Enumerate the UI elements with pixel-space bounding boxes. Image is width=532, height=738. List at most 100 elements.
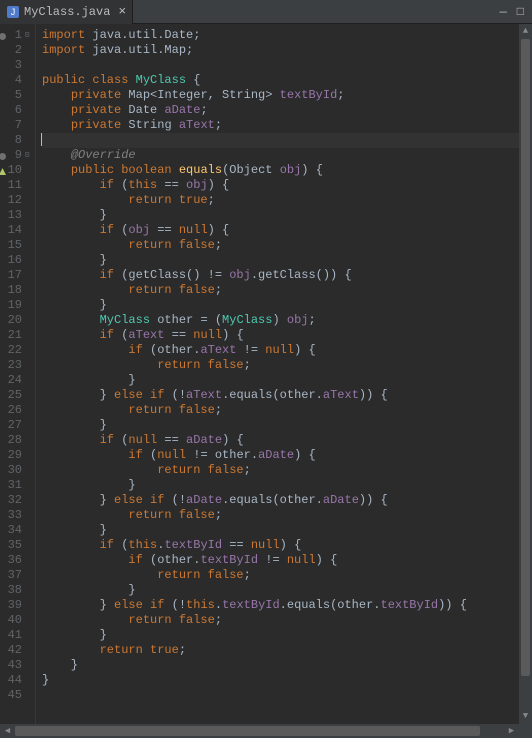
- scroll-down-arrow-icon[interactable]: ▼: [519, 709, 532, 724]
- code-line[interactable]: return false;: [42, 613, 519, 628]
- line-number[interactable]: 38: [0, 583, 35, 598]
- line-number[interactable]: 43: [0, 658, 35, 673]
- horizontal-scroll-track[interactable]: [15, 724, 504, 738]
- code-line[interactable]: if (obj == null) {: [42, 223, 519, 238]
- line-number[interactable]: 2: [0, 43, 35, 58]
- code-line[interactable]: private Map<Integer, String> textById;: [42, 88, 519, 103]
- line-number[interactable]: 26: [0, 403, 35, 418]
- code-line[interactable]: } else if (!aDate.equals(other.aDate)) {: [42, 493, 519, 508]
- code-line[interactable]: if (getClass() != obj.getClass()) {: [42, 268, 519, 283]
- code-line[interactable]: return false;: [42, 508, 519, 523]
- line-number[interactable]: 3: [0, 58, 35, 73]
- code-line[interactable]: }: [42, 628, 519, 643]
- line-number[interactable]: 13: [0, 208, 35, 223]
- line-number[interactable]: 9⊟: [0, 148, 35, 163]
- line-number[interactable]: 44: [0, 673, 35, 688]
- code-line[interactable]: import java.util.Date;: [42, 28, 519, 43]
- maximize-button[interactable]: □: [517, 5, 524, 19]
- code-line[interactable]: return false;: [42, 463, 519, 478]
- line-number[interactable]: 25: [0, 388, 35, 403]
- code-line[interactable]: }: [42, 298, 519, 313]
- code-line[interactable]: return false;: [42, 358, 519, 373]
- code-editor[interactable]: 1⊟23456789⊟10111213141516171819202122232…: [0, 24, 532, 724]
- code-line[interactable]: } else if (!aText.equals(other.aText)) {: [42, 388, 519, 403]
- line-number[interactable]: 22: [0, 343, 35, 358]
- vertical-scroll-track[interactable]: [519, 39, 532, 709]
- code-line[interactable]: }: [42, 583, 519, 598]
- line-number[interactable]: 4: [0, 73, 35, 88]
- line-number[interactable]: 36: [0, 553, 35, 568]
- code-line[interactable]: return true;: [42, 643, 519, 658]
- line-number[interactable]: 33: [0, 508, 35, 523]
- line-number[interactable]: 27: [0, 418, 35, 433]
- line-number[interactable]: 7: [0, 118, 35, 133]
- line-number[interactable]: 16: [0, 253, 35, 268]
- code-line[interactable]: if (other.textById != null) {: [42, 553, 519, 568]
- code-line[interactable]: return false;: [42, 403, 519, 418]
- line-number[interactable]: 45: [0, 688, 35, 703]
- line-number[interactable]: 6: [0, 103, 35, 118]
- code-line[interactable]: private String aText;: [42, 118, 519, 133]
- code-line[interactable]: }: [42, 658, 519, 673]
- fold-toggle-icon[interactable]: ⊟: [23, 148, 31, 163]
- code-line[interactable]: return false;: [42, 283, 519, 298]
- line-number[interactable]: 20: [0, 313, 35, 328]
- line-number[interactable]: 12: [0, 193, 35, 208]
- line-number[interactable]: 39: [0, 598, 35, 613]
- code-line[interactable]: }: [42, 418, 519, 433]
- code-line[interactable]: }: [42, 253, 519, 268]
- line-number[interactable]: 15: [0, 238, 35, 253]
- code-line[interactable]: if (null == aDate) {: [42, 433, 519, 448]
- fold-toggle-icon[interactable]: ⊟: [23, 28, 31, 43]
- line-number[interactable]: 28: [0, 433, 35, 448]
- code-line[interactable]: MyClass other = (MyClass) obj;: [42, 313, 519, 328]
- line-number[interactable]: 14: [0, 223, 35, 238]
- code-line[interactable]: }: [42, 208, 519, 223]
- line-number[interactable]: 10: [0, 163, 35, 178]
- code-line[interactable]: if (this.textById == null) {: [42, 538, 519, 553]
- code-line[interactable]: } else if (!this.textById.equals(other.t…: [42, 598, 519, 613]
- scroll-up-arrow-icon[interactable]: ▲: [519, 24, 532, 39]
- close-tab-icon[interactable]: ×: [118, 4, 126, 19]
- code-line[interactable]: }: [42, 523, 519, 538]
- line-number[interactable]: 5: [0, 88, 35, 103]
- code-line[interactable]: return false;: [42, 568, 519, 583]
- line-number[interactable]: 37: [0, 568, 35, 583]
- code-line[interactable]: import java.util.Map;: [42, 43, 519, 58]
- line-number[interactable]: 24: [0, 373, 35, 388]
- line-number[interactable]: 40: [0, 613, 35, 628]
- line-number[interactable]: 34: [0, 523, 35, 538]
- vertical-scroll-thumb[interactable]: [521, 39, 530, 676]
- vertical-scrollbar[interactable]: ▲ ▼: [519, 24, 532, 724]
- code-line[interactable]: return true;: [42, 193, 519, 208]
- line-number[interactable]: 42: [0, 643, 35, 658]
- line-number[interactable]: 31: [0, 478, 35, 493]
- code-line[interactable]: public class MyClass {: [42, 73, 519, 88]
- line-number[interactable]: 8: [0, 133, 35, 148]
- code-line[interactable]: @Override: [42, 148, 519, 163]
- code-line[interactable]: return false;: [42, 238, 519, 253]
- code-line[interactable]: }: [42, 373, 519, 388]
- code-line[interactable]: }: [42, 478, 519, 493]
- code-line[interactable]: [42, 688, 519, 703]
- code-line[interactable]: }: [42, 673, 519, 688]
- code-line[interactable]: public boolean equals(Object obj) {: [42, 163, 519, 178]
- code-line[interactable]: private Date aDate;: [42, 103, 519, 118]
- line-number-gutter[interactable]: 1⊟23456789⊟10111213141516171819202122232…: [0, 24, 36, 724]
- code-line[interactable]: [42, 133, 519, 148]
- line-number[interactable]: 18: [0, 283, 35, 298]
- code-line[interactable]: if (other.aText != null) {: [42, 343, 519, 358]
- line-number[interactable]: 41: [0, 628, 35, 643]
- code-line[interactable]: if (aText == null) {: [42, 328, 519, 343]
- scroll-left-arrow-icon[interactable]: ◀: [0, 724, 15, 738]
- scroll-right-arrow-icon[interactable]: ▶: [504, 724, 519, 738]
- line-number[interactable]: 23: [0, 358, 35, 373]
- line-number[interactable]: 35: [0, 538, 35, 553]
- code-line[interactable]: if (null != other.aDate) {: [42, 448, 519, 463]
- line-number[interactable]: 29: [0, 448, 35, 463]
- horizontal-scrollbar[interactable]: ◀ ▶: [0, 724, 532, 738]
- line-number[interactable]: 30: [0, 463, 35, 478]
- line-number[interactable]: 32: [0, 493, 35, 508]
- horizontal-scroll-thumb[interactable]: [15, 726, 480, 736]
- line-number[interactable]: 19: [0, 298, 35, 313]
